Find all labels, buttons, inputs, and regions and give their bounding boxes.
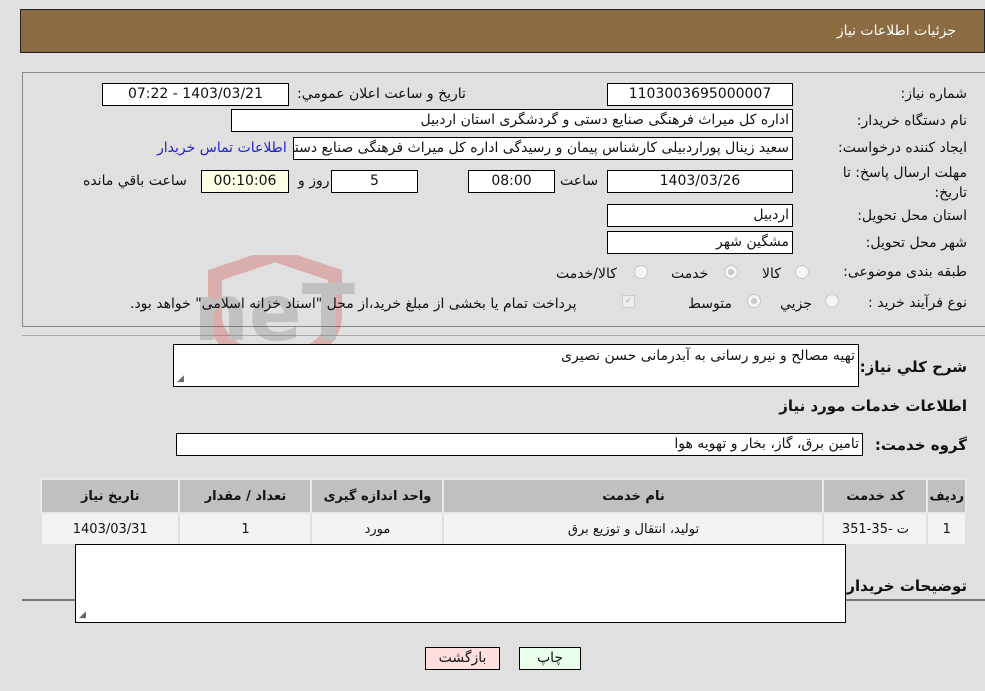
col-row-number: ردیف xyxy=(926,478,967,514)
process-option-medium: متوسط xyxy=(688,296,732,312)
col-quantity: تعداد / مقدار xyxy=(178,478,313,514)
buyer-notes-textarea[interactable]: ◢ xyxy=(75,544,846,623)
table-header-row: ردیف کد خدمت نام خدمت واحد اندازه گیری ت… xyxy=(39,478,967,514)
col-service-code: کد خدمت xyxy=(822,478,929,514)
buyer-contact-link[interactable]: اطلاعات تماس خریدار xyxy=(157,140,287,156)
need-number-field: 1103003695000007 xyxy=(607,83,793,106)
province-field: اردبیل xyxy=(607,204,793,227)
days-label: روز و xyxy=(298,173,330,189)
back-button[interactable]: بازگشت xyxy=(425,647,500,670)
category-option-service: خدمت xyxy=(671,266,709,282)
process-option-minor: جزیي xyxy=(780,296,812,312)
remaining-time-field: 00:10:06 xyxy=(201,170,289,193)
print-button[interactable]: چاپ xyxy=(519,647,581,670)
deadline-time-field: 08:00 xyxy=(468,170,555,193)
creator-label: ایجاد کننده درخواست: xyxy=(838,140,967,156)
page-header: جزئیات اطلاعات نیاز xyxy=(20,9,985,53)
summary-text: تهیه مصالح و نیرو رسانی به آبدرمانی حسن … xyxy=(561,348,855,364)
cell-unit: مورد xyxy=(310,512,445,546)
col-need-date: تاریخ نیاز xyxy=(39,478,181,514)
city-field: مشگین شهر xyxy=(607,231,793,254)
category-radio-goods-service[interactable] xyxy=(634,265,648,279)
process-label: نوع فرآیند خرید : xyxy=(868,295,967,311)
process-radio-medium[interactable] xyxy=(747,294,761,308)
buyer-org-label: نام دستگاه خریدار: xyxy=(856,113,967,129)
remaining-label: ساعت باقي مانده xyxy=(83,173,187,189)
province-label: استان محل تحویل: xyxy=(857,208,967,224)
announce-datetime-field: 1403/03/21 - 07:22 xyxy=(102,83,289,106)
services-heading: اطلاعات خدمات مورد نیاز xyxy=(779,397,967,415)
table-row: 1 ت -35-351 تولید، انتقال و توزیع برق مو… xyxy=(39,512,967,546)
treasury-checkbox[interactable]: ✓ xyxy=(622,295,635,308)
services-table: ردیف کد خدمت نام خدمت واحد اندازه گیری ت… xyxy=(39,478,967,546)
summary-textarea[interactable]: تهیه مصالح و نیرو رسانی به آبدرمانی حسن … xyxy=(173,344,859,387)
buyer-org-field: اداره کل میراث فرهنگی صنایع دستی و گردشگ… xyxy=(231,109,793,132)
category-option-goods: کالا xyxy=(762,266,781,282)
treasury-note: پرداخت تمام یا بخشی از مبلغ خرید،از محل … xyxy=(130,296,577,312)
category-radio-service[interactable] xyxy=(724,265,738,279)
service-group-field: تامین برق، گاز، بخار و تهویه هوا xyxy=(176,433,863,456)
cell-service-code: ت -35-351 xyxy=(822,512,929,546)
category-radio-goods[interactable] xyxy=(795,265,809,279)
deadline-time-label: ساعت xyxy=(560,173,599,189)
resize-grip-icon[interactable]: ◢ xyxy=(79,610,86,620)
col-service-name: نام خدمت xyxy=(442,478,825,514)
cell-quantity: 1 xyxy=(178,512,313,546)
cell-service-name: تولید، انتقال و توزیع برق xyxy=(442,512,825,546)
col-unit: واحد اندازه گیری xyxy=(310,478,445,514)
process-radio-minor[interactable] xyxy=(825,294,839,308)
page-title: جزئیات اطلاعات نیاز xyxy=(836,23,956,39)
city-label: شهر محل تحویل: xyxy=(865,235,967,251)
cell-need-date: 1403/03/31 xyxy=(39,512,181,546)
category-label: طبقه بندی موضوعی: xyxy=(843,264,967,280)
creator-field: سعید زینال پوراردبیلی کارشناس پیمان و رس… xyxy=(293,137,793,160)
days-field: 5 xyxy=(331,170,418,193)
service-group-label: گروه خدمت: xyxy=(874,436,967,454)
need-number-label: شماره نیاز: xyxy=(900,86,968,102)
summary-label: شرح کلي نیاز: xyxy=(859,358,967,376)
announce-label: تاریخ و ساعت اعلان عمومي: xyxy=(297,86,466,102)
cell-row-number: 1 xyxy=(926,512,967,546)
deadline-date-field: 1403/03/26 xyxy=(607,170,793,193)
category-option-goods-service: کالا/خدمت xyxy=(556,266,617,282)
buyer-notes-label: توضیحات خریدار: xyxy=(840,577,967,595)
resize-grip-icon[interactable]: ◢ xyxy=(177,374,184,384)
deadline-label: مهلت ارسال پاسخ: تا تاریخ: xyxy=(842,165,967,201)
